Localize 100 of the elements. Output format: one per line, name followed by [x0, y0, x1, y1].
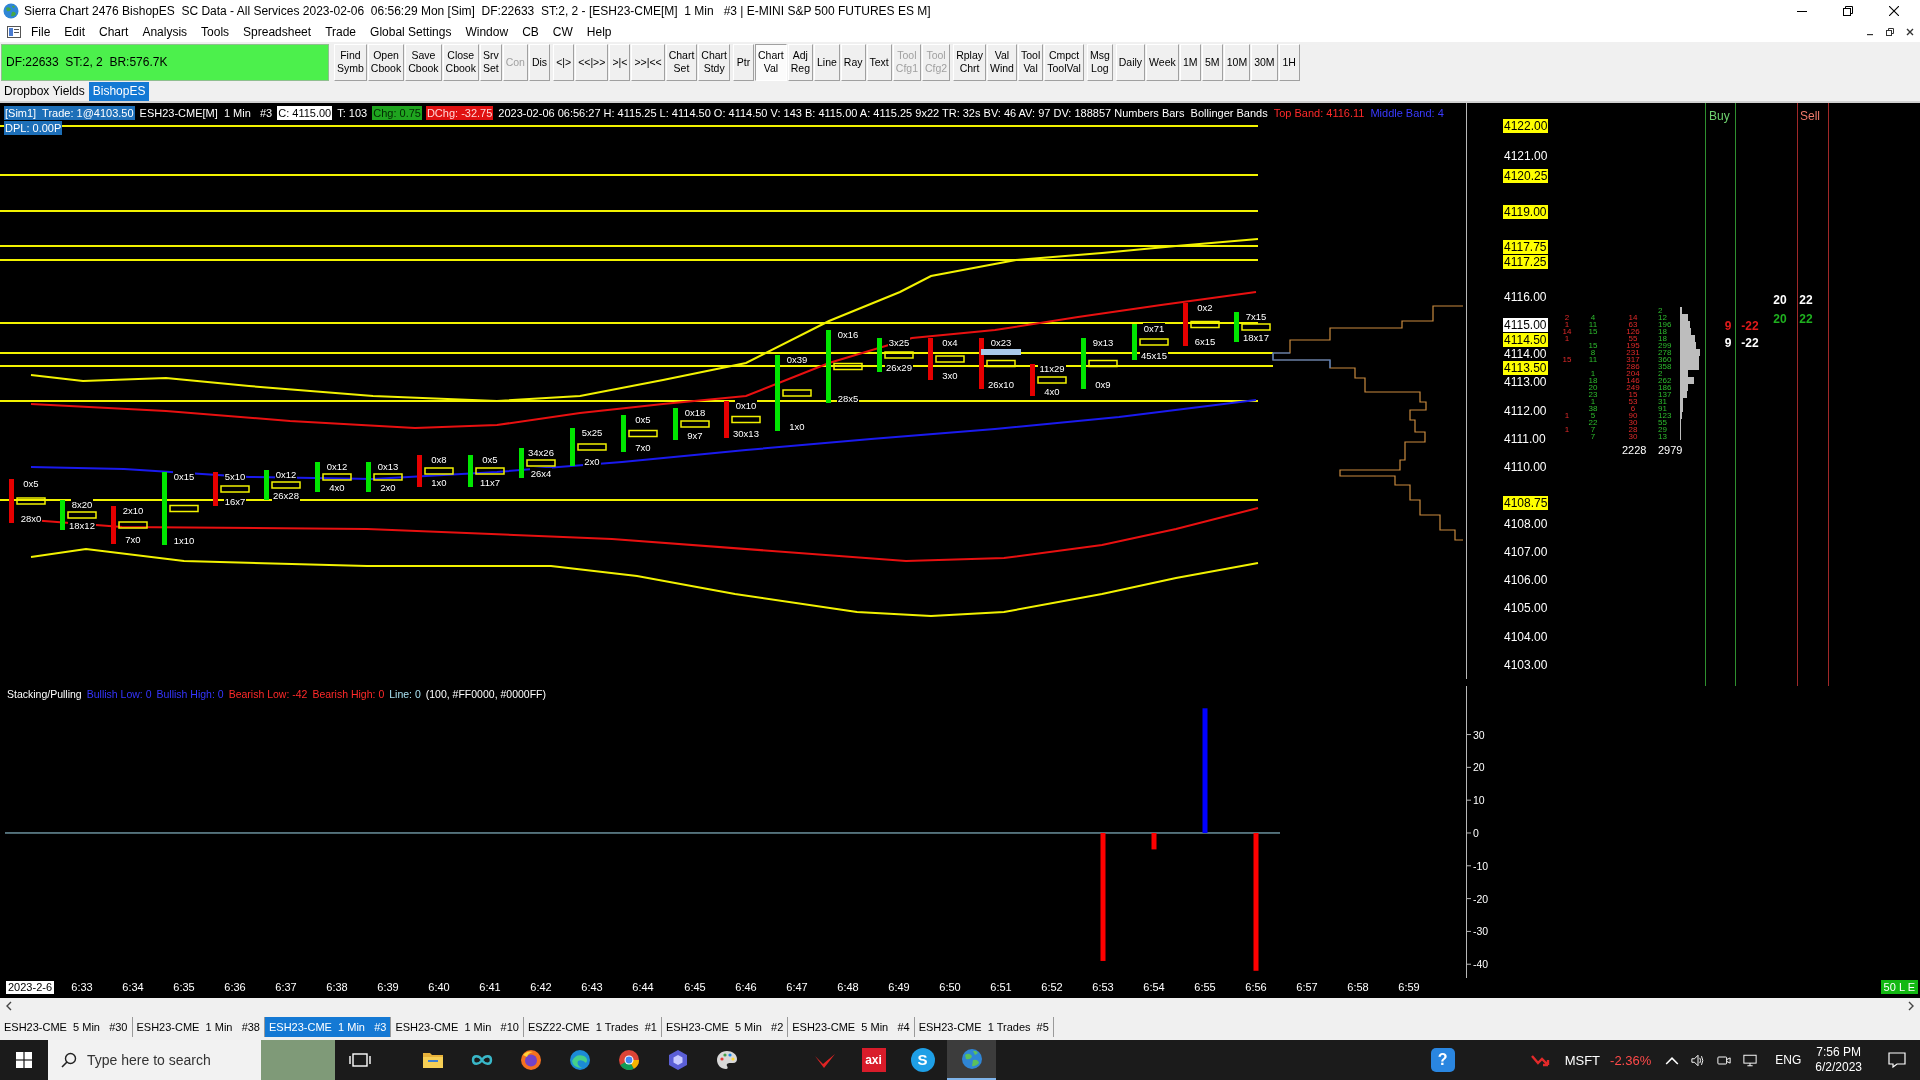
toolbar-button[interactable]: Tool Val: [1017, 43, 1044, 81]
windows-logo-icon[interactable]: [16, 1052, 32, 1068]
bar-label: 1x0: [430, 477, 448, 488]
menu-item[interactable]: Help: [579, 24, 619, 40]
chart-tab[interactable]: ESH23-CME 5 Min #4: [788, 1017, 915, 1037]
clock-time[interactable]: 7:56 PM: [1816, 1045, 1861, 1060]
chart-tab[interactable]: ESH23-CME 1 Min #10: [391, 1017, 524, 1037]
toolbar-button[interactable]: <<|>>: [575, 43, 609, 81]
price-axis-label: 4104.00: [1503, 630, 1549, 644]
toolbar-button[interactable]: Dis: [528, 43, 551, 81]
chartbook-tab[interactable]: BishopES: [88, 82, 150, 101]
chart-tab[interactable]: ESZ22-CME 1 Trades #1: [523, 1017, 662, 1037]
taskbar-button[interactable]: axi: [849, 1040, 898, 1080]
language-indicator[interactable]: ENG: [1775, 1053, 1802, 1067]
toolbar-button[interactable]: 1H: [1278, 43, 1300, 81]
search-field[interactable]: Type here to search: [87, 1040, 261, 1080]
chart-tab[interactable]: ESH23-CME 1 Trades #5: [914, 1017, 1054, 1037]
help-button[interactable]: ?: [1430, 1048, 1455, 1072]
profile-value: 18: [1658, 328, 1667, 335]
toolbar-button[interactable]: Srv Set: [479, 43, 502, 81]
bar-label: 0x5: [481, 454, 499, 465]
price-axis-label: 4117.75: [1503, 240, 1548, 254]
chartbook-tab[interactable]: Dropbox Yields: [0, 82, 89, 101]
menu-item[interactable]: CB: [515, 24, 546, 40]
menu-item[interactable]: Spreadsheet: [236, 24, 319, 40]
menu-item[interactable]: Tools: [194, 24, 237, 40]
close-icon[interactable]: [1906, 28, 1914, 36]
toolbar-button[interactable]: Line: [814, 43, 840, 81]
toolbar-button[interactable]: Text: [866, 43, 892, 81]
toolbar-button[interactable]: Open Cbook: [367, 43, 405, 81]
profile-value: 2: [1564, 314, 1570, 321]
profile-value: 1: [1564, 321, 1570, 328]
trend-icon[interactable]: [1530, 1053, 1551, 1067]
candle: [519, 448, 524, 478]
toolbar-button[interactable]: 10M: [1223, 43, 1251, 81]
time-axis-label: 2023-2-6: [6, 981, 55, 994]
toolbar-button[interactable]: >>|<<: [631, 43, 665, 81]
menu-item[interactable]: CW: [545, 24, 580, 40]
point-of-control-box: [169, 504, 199, 513]
document-icon[interactable]: [7, 26, 21, 38]
notification-icon[interactable]: [1888, 1052, 1906, 1068]
menu-item[interactable]: Global Settings: [363, 24, 459, 40]
candle: [1081, 338, 1086, 389]
status-badge: 50 L E: [1880, 980, 1918, 994]
restore-icon[interactable]: [1843, 6, 1853, 16]
candle: [213, 472, 218, 506]
bar-label: 0x18: [683, 407, 707, 418]
toolbar-button[interactable]: Rplay Chrt: [953, 43, 987, 81]
menu-item[interactable]: Edit: [57, 24, 93, 40]
horizontal-scrollbar[interactable]: [0, 998, 1920, 1014]
chart-tab[interactable]: ESH23-CME 1 Min #3: [265, 1017, 392, 1037]
toolbar-button[interactable]: Save Cbook: [405, 43, 442, 81]
bar-label: 7x0: [634, 442, 652, 453]
monitor-icon[interactable]: [1743, 1053, 1758, 1067]
toolbar-button[interactable]: 1M: [1179, 43, 1201, 81]
camera-icon[interactable]: [1717, 1053, 1732, 1067]
taskbar-button[interactable]: [947, 1040, 996, 1080]
profile-value: 137: [1658, 391, 1672, 398]
profile-value: 91: [1658, 405, 1667, 412]
toolbar-button[interactable]: Chart Stdy: [698, 43, 731, 81]
profile-value: 358: [1658, 363, 1672, 370]
minimize-icon[interactable]: [1797, 10, 1807, 12]
time-axis-label: 6:53: [1092, 981, 1114, 994]
toolbar-button[interactable]: Ptr: [733, 43, 755, 81]
point-of-control-box: [220, 485, 250, 493]
menu-item[interactable]: Trade: [318, 24, 364, 40]
restore-icon[interactable]: [1886, 28, 1894, 36]
stock-symbol[interactable]: MSFT: [1564, 1052, 1601, 1068]
chevron-left-icon[interactable]: [6, 1001, 12, 1011]
toolbar-button[interactable]: Msg Log: [1086, 43, 1113, 81]
menu-item[interactable]: Analysis: [135, 24, 195, 40]
toolbar-button[interactable]: Close Cbook: [442, 43, 479, 81]
profile-value: 1: [1564, 412, 1570, 419]
toolbar-button[interactable]: Ray: [840, 43, 866, 81]
toolbar-button[interactable]: Week: [1146, 43, 1179, 81]
speaker-icon[interactable]: [1691, 1053, 1706, 1067]
toolbar-button[interactable]: <|>: [553, 43, 575, 81]
chevron-right-icon[interactable]: [1908, 1001, 1914, 1011]
toolbar-button[interactable]: Chart Val: [755, 43, 787, 81]
toolbar-button[interactable]: Adj Reg: [787, 43, 813, 81]
toolbar-button[interactable]: Val Wind: [987, 43, 1017, 81]
toolbar-button[interactable]: Daily: [1115, 43, 1146, 81]
price-axis-label: 4107.00: [1503, 545, 1549, 559]
toolbar-button[interactable]: >|<: [609, 43, 631, 81]
price-axis-label: 4106.00: [1503, 573, 1549, 587]
toolbar-button[interactable]: 30M: [1251, 43, 1278, 81]
menu-item[interactable]: Chart: [92, 24, 136, 40]
close-icon[interactable]: [1889, 6, 1899, 16]
menu-item[interactable]: Window: [458, 24, 516, 40]
point-of-control-box: [475, 467, 505, 475]
toolbar-button[interactable]: 5M: [1201, 43, 1223, 81]
chart-tab[interactable]: ESH23-CME 5 Min #30: [0, 1017, 133, 1037]
chart-info-text: ESH23-CME[M] 1 Min #3: [138, 105, 274, 120]
toolbar-button[interactable]: Find Symb: [334, 43, 367, 81]
toolbar-button[interactable]: Cmpct ToolVal: [1044, 43, 1084, 81]
chart-tab[interactable]: ESH23-CME 5 Min #2: [661, 1017, 789, 1037]
toolbar-button[interactable]: Chart Set: [665, 43, 698, 81]
menu-item[interactable]: File: [24, 24, 58, 40]
clock-date[interactable]: 6/2/2023: [1815, 1060, 1862, 1075]
profile-value: 90: [1628, 412, 1638, 419]
